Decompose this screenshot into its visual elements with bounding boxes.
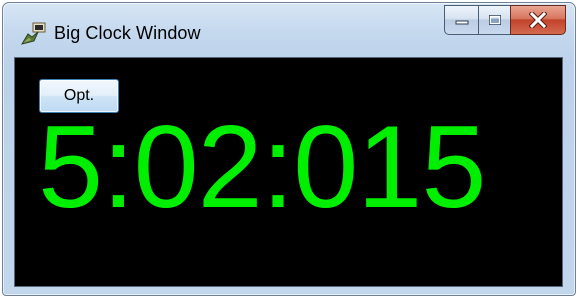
window-title: Big Clock Window xyxy=(54,23,201,43)
close-icon xyxy=(529,12,547,28)
close-button[interactable] xyxy=(510,5,566,35)
caption-buttons xyxy=(444,5,566,37)
title-bar[interactable]: Big Clock Window xyxy=(3,3,575,55)
maximize-button[interactable] xyxy=(478,5,510,35)
clock-time-display: 5:02:015 xyxy=(38,101,486,232)
window: Big Clock Window Opt. 5:02:015 xyxy=(2,2,576,296)
clock-panel: Opt. 5:02:015 xyxy=(14,57,563,287)
maximize-icon xyxy=(488,14,502,26)
clock-app-icon[interactable] xyxy=(20,22,46,46)
minimize-icon xyxy=(455,15,469,25)
minimize-button[interactable] xyxy=(444,5,478,35)
